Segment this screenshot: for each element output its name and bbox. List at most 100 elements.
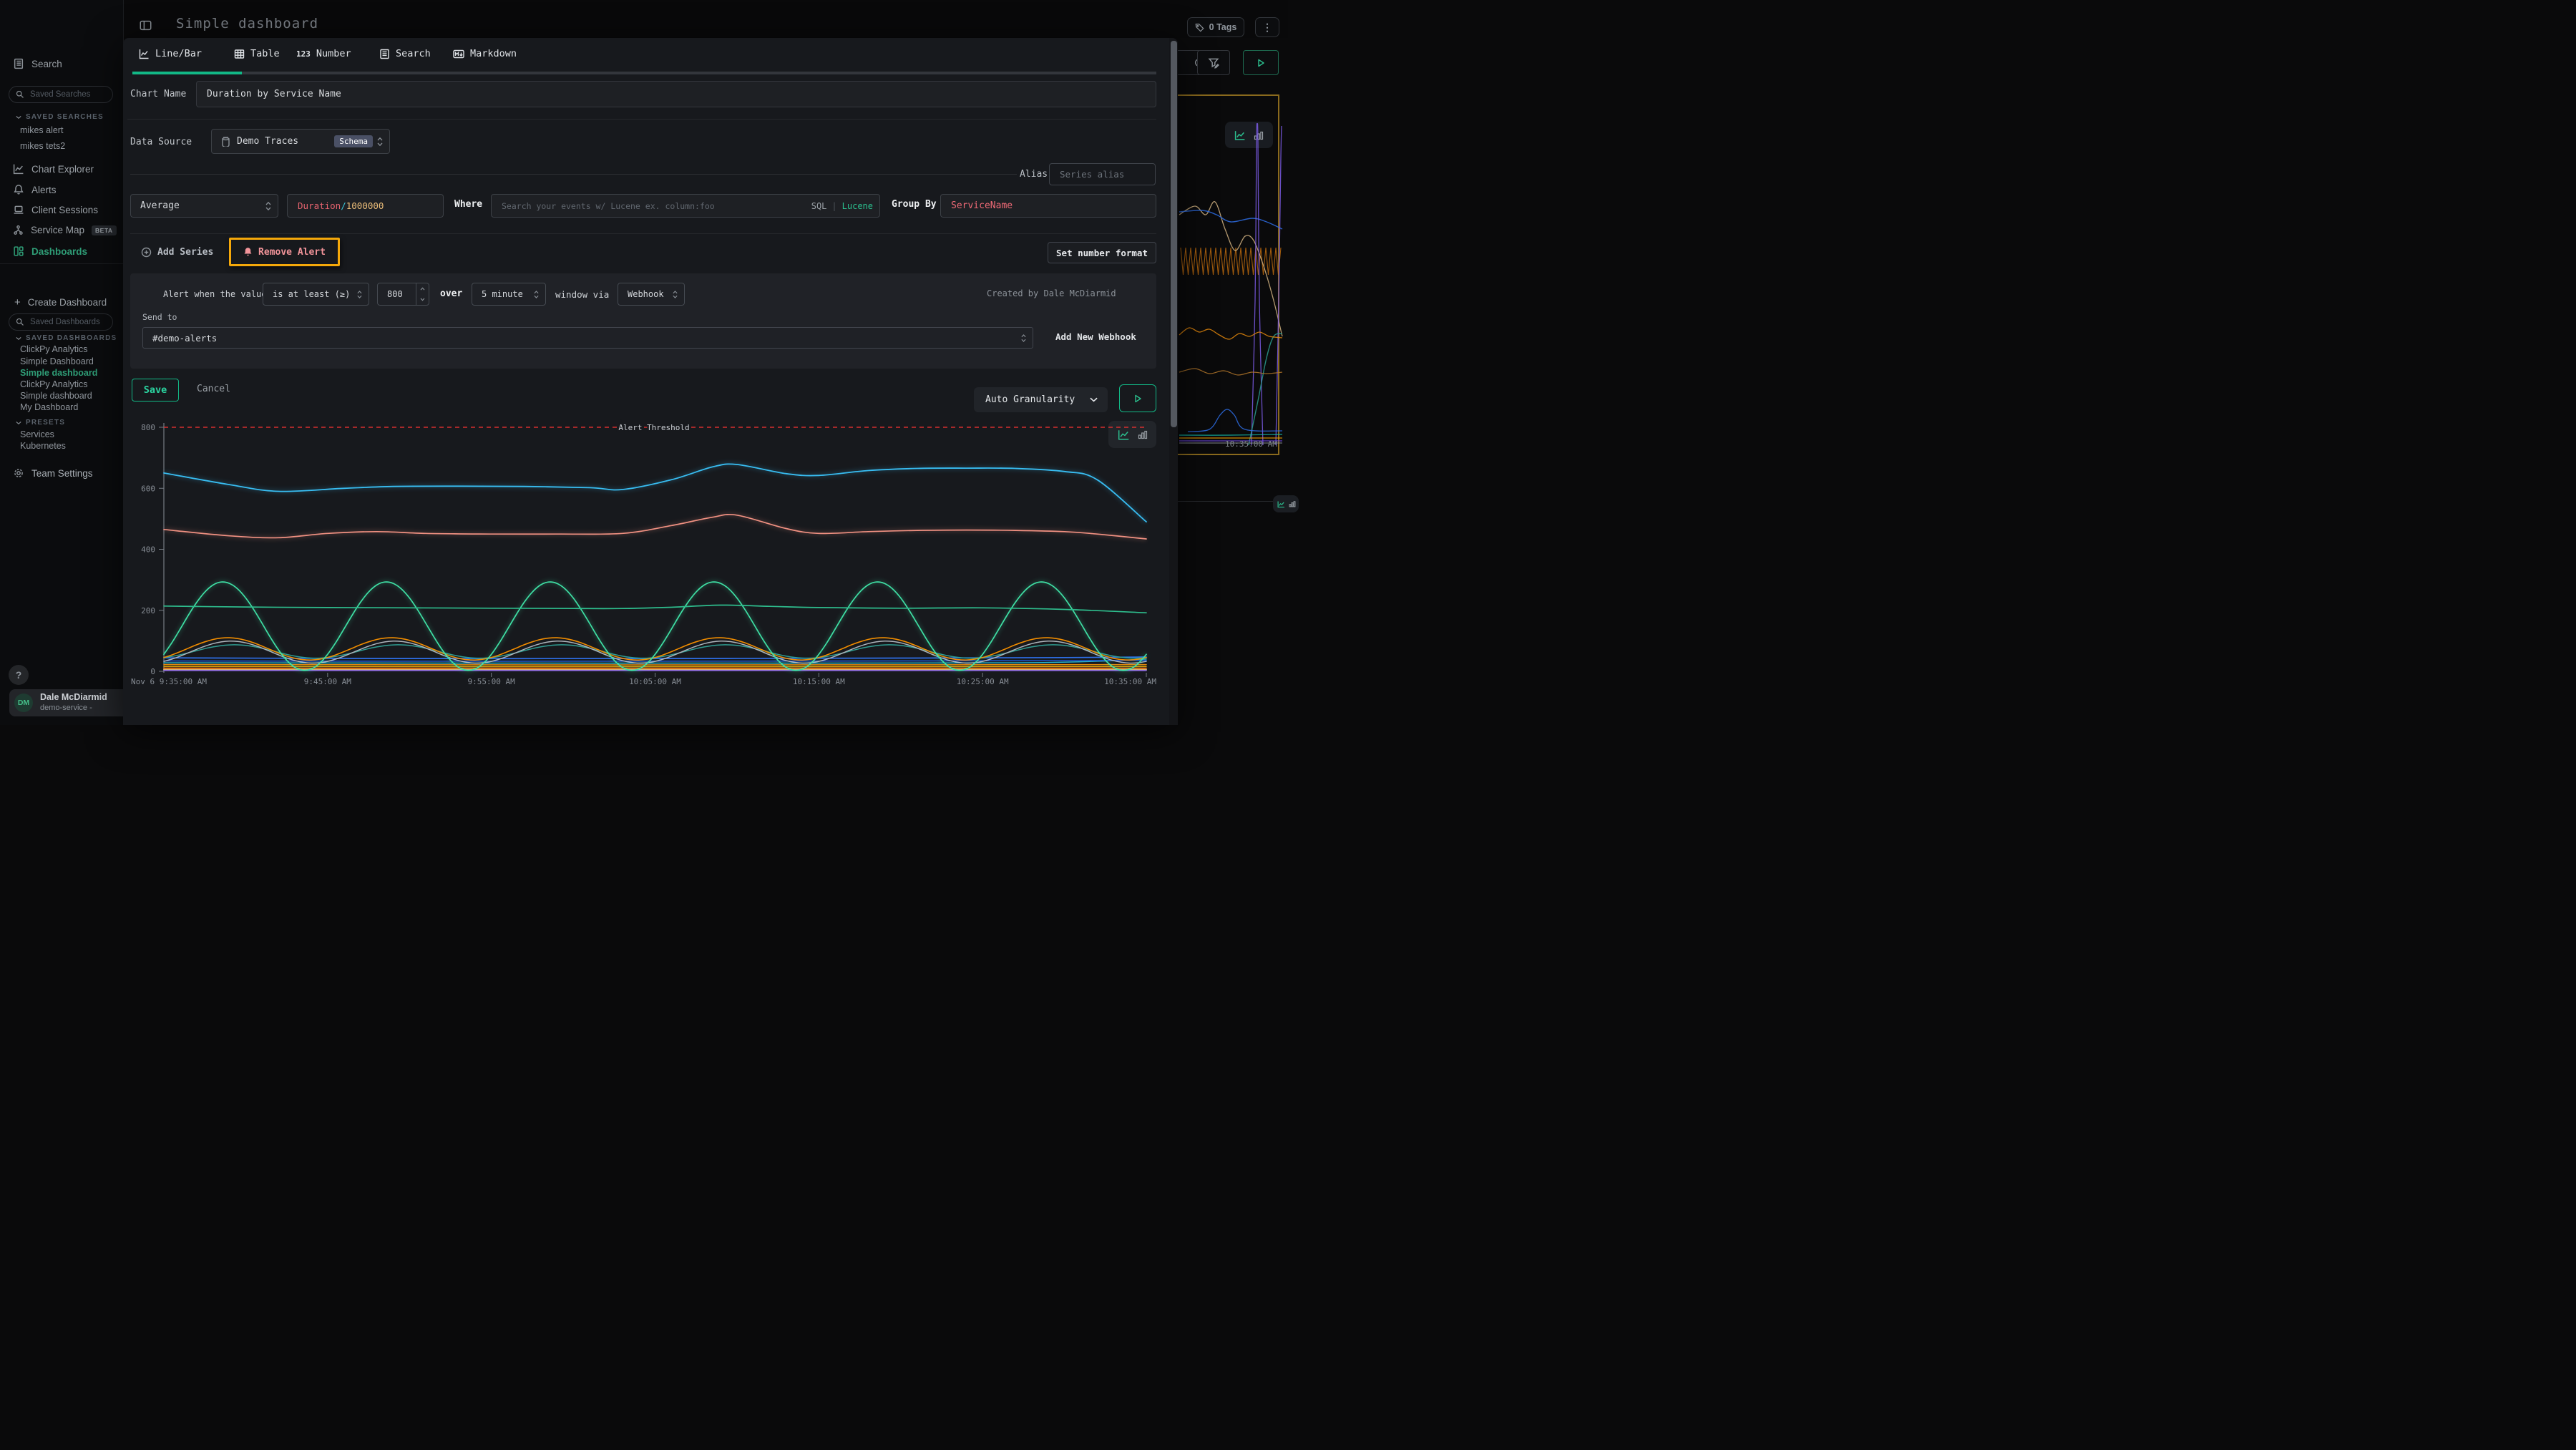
section-divider [127,119,1156,120]
chevron-down-icon[interactable] [420,298,425,301]
search-icon [16,318,24,326]
sidebar-item-label: Search [31,59,62,69]
create-dashboard-button[interactable]: + Create Dashboard [14,296,107,308]
sidebar-item-search[interactable]: Search [13,58,62,69]
svg-text:10:25:00 AM: 10:25:00 AM [957,677,1009,686]
add-webhook-button[interactable]: Add New Webhook [1055,331,1136,342]
alert-intro: Alert when the value [163,289,267,299]
sql-mode[interactable]: SQL [811,201,827,211]
dashboard-item[interactable]: My Dashboard [20,402,78,412]
tab-number[interactable]: 123 Number [296,48,351,59]
dashboard-item[interactable]: Simple Dashboard [20,356,94,366]
dashboard-item[interactable]: ClickPy Analytics [20,344,87,354]
saved-dashboards-input[interactable] [9,313,113,331]
line-chart-toggle-icon [1277,500,1285,508]
app-root: HyperDX Simple dashboard 0 Tags ⋮ Search… [0,0,1288,725]
saved-searches-input[interactable] [9,86,113,103]
preset-item[interactable]: Kubernetes [20,441,66,451]
section-divider [130,233,1156,234]
number-spinner[interactable] [416,283,429,305]
database-icon [221,137,230,147]
chevron-up-icon[interactable] [420,287,425,291]
hierarchy-icon [13,225,24,235]
alert-condition-select[interactable]: is at least (≥) [263,283,369,306]
data-source-select[interactable]: Demo Traces Schema [211,129,390,154]
123-icon: 123 [296,49,311,59]
sidebar-item-client-sessions[interactable]: Client Sessions [13,204,98,215]
help-button[interactable]: ? [9,665,29,685]
search-doc-icon [379,49,390,59]
alias-input[interactable]: Series alias [1049,163,1156,185]
send-to-label: Send to [142,312,177,322]
sidebar-item-alerts[interactable]: Alerts [13,184,57,195]
active-tab-underline [132,72,242,74]
preset-item[interactable]: Services [20,429,54,439]
bar-chart-toggle-icon [1289,500,1296,507]
modal-scrollbar[interactable] [1171,41,1177,427]
remove-alert-highlight: Remove Alert [229,238,340,266]
remove-alert-button[interactable]: Remove Alert [243,247,326,258]
tab-table[interactable]: Table [234,48,280,59]
sidebar-divider [0,263,123,264]
data-source-label: Data Source [130,137,192,147]
field-divisor: 1000000 [346,200,384,211]
sidebar-item-chart-explorer[interactable]: Chart Explorer [13,163,94,175]
svg-text:800: 800 [141,423,155,432]
saved-search-item[interactable]: mikes alert [20,125,63,135]
add-series-button[interactable]: Add Series [141,247,213,258]
saved-dashboards-field[interactable] [29,317,103,327]
group-by-input[interactable]: ServiceName [940,194,1156,218]
avatar: DM [14,694,33,712]
chart-name-label: Chart Name [130,89,186,99]
bell-icon [13,184,24,195]
lucene-mode[interactable]: Lucene [842,201,873,211]
where-label: Where [454,199,482,210]
user-name: Dale McDiarmid [40,692,107,702]
saved-search-item[interactable]: mikes tets2 [20,141,65,151]
set-number-format-button[interactable]: Set number format [1048,242,1156,263]
background-time-label: 10:35:00 AM [1225,439,1277,449]
dashboard-item[interactable]: Simple dashboard [20,391,92,401]
saved-dashboards-header[interactable]: SAVED DASHBOARDS [16,334,123,342]
sidebar-toggle-icon[interactable] [140,19,152,31]
saved-searches-header[interactable]: SAVED SEARCHES [16,113,104,121]
over-label: over [440,288,462,299]
alert-threshold-input[interactable]: 800 [377,283,429,306]
saved-searches-field[interactable] [29,89,103,99]
tab-markdown[interactable]: Markdown [453,48,517,59]
page-title: Simple dashboard [176,16,318,31]
question-mark-icon: ? [16,669,22,681]
chevron-down-icon [16,336,21,341]
sidebar-item-dashboards[interactable]: Dashboards [13,245,87,257]
chevron-down-icon [16,115,21,120]
chart-name-input[interactable]: Duration by Service Name [196,81,1156,107]
sidebar-item-service-map[interactable]: Service Map BETA [13,225,117,235]
user-subtitle: demo-service - [40,704,92,712]
cancel-button[interactable]: Cancel [197,384,230,394]
alert-window-select[interactable]: 5 minute [472,283,546,306]
send-to-select[interactable]: #demo-alerts [142,327,1033,349]
chevron-up-down-icon [357,290,362,299]
line-chart-icon [139,49,150,59]
tab-search[interactable]: Search [379,48,431,59]
tab-bar-track [242,72,1156,74]
background-toggle-partial[interactable] [1273,495,1299,512]
search-icon [16,90,24,99]
topbar: HyperDX Simple dashboard 0 Tags ⋮ [0,0,1288,38]
sidebar-item-team-settings[interactable]: Team Settings [13,467,93,479]
line-chart-icon [13,163,24,175]
field-expression-input[interactable]: Duration/1000000 [287,194,444,218]
tab-line-bar[interactable]: Line/Bar [139,48,202,59]
aggregation-select[interactable]: Average [130,194,278,218]
schema-badge: Schema [334,135,373,147]
field-name: Duration [298,200,341,211]
svg-text:400: 400 [141,545,155,555]
presets-header[interactable]: PRESETS [16,419,65,427]
plus-icon: + [14,296,21,308]
alert-channel-select[interactable]: Webhook [618,283,685,306]
where-input[interactable]: Search your events w/ Lucene ex. column:… [491,194,880,218]
chevron-up-down-icon [377,137,383,147]
svg-text:9:45:00 AM: 9:45:00 AM [304,677,352,686]
dashboard-item[interactable]: ClickPy Analytics [20,379,87,389]
dashboard-item-active[interactable]: Simple dashboard [20,368,97,378]
